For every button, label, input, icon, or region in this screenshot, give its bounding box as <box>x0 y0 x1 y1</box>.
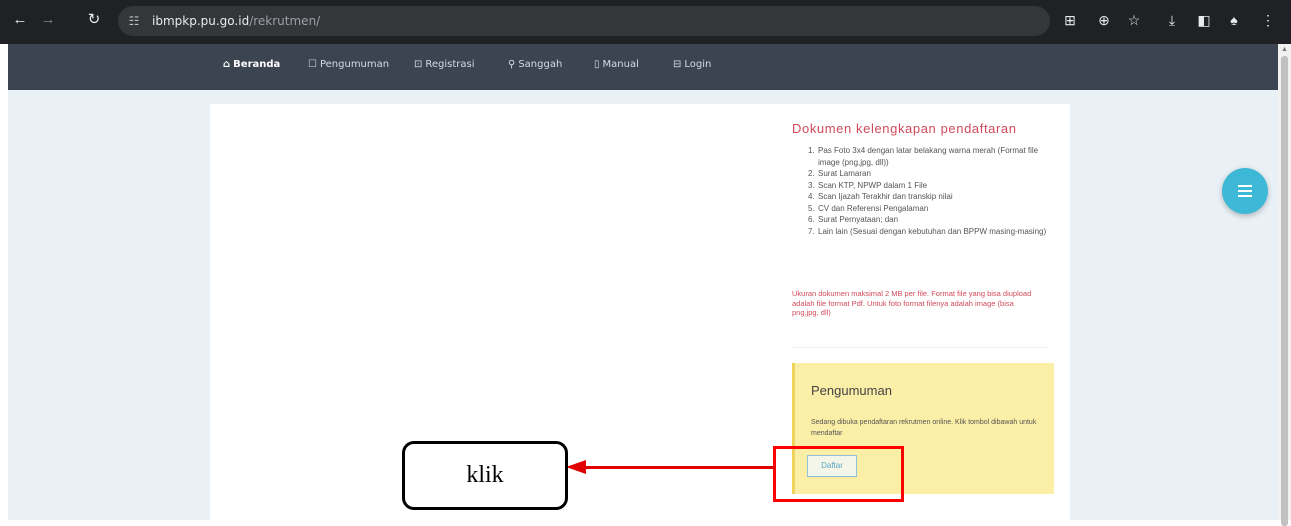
menu-icon <box>1238 185 1252 187</box>
callout-label: klik <box>402 441 568 510</box>
scrollbar-thumb[interactable] <box>1281 56 1288 526</box>
forward-icon[interactable]: → <box>38 10 58 30</box>
home-icon: ⌂ <box>223 59 231 70</box>
documents-title: Dokumen kelengkapan pendaftaran <box>792 121 1017 136</box>
documents-notes: Ukuran dokumen maksimal 2 MB per file. F… <box>792 289 1032 317</box>
nav-label: Beranda <box>233 59 281 70</box>
url-text[interactable]: ibmpkp.pu.go.id/rekrutmen/ <box>152 14 320 28</box>
nav-label: Manual <box>602 59 639 70</box>
list-item: 1. Pas Foto 3x4 dengan latar belakang war… <box>808 146 1039 167</box>
nav-label: Sanggah <box>518 59 563 70</box>
list-item: 6. Surat Pernyataan; dan <box>808 215 899 224</box>
login-icon: ⊟ <box>673 59 682 70</box>
reload-icon[interactable]: ↻ <box>84 10 104 30</box>
list-item: 5. CV dan Referensi Pengalaman <box>808 203 929 213</box>
announcement-title: Pengumuman <box>811 383 892 398</box>
nav-beranda[interactable]: ⌂ Beranda <box>223 59 280 70</box>
nav-label: Pengumuman <box>319 59 390 70</box>
profile-avatar-icon[interactable]: ♠ <box>1224 10 1244 30</box>
nav-registrasi[interactable]: ⊡ Registrasi <box>414 59 475 70</box>
document-icon: ▯ <box>594 59 600 70</box>
list-item: 4. Scan Ijazah Terakhir dan transkip nila… <box>808 192 953 201</box>
side-panel-icon[interactable]: ◧ <box>1194 10 1214 30</box>
announcement-icon: ☐ <box>308 59 317 70</box>
back-icon[interactable]: ← <box>10 10 30 30</box>
highlight-box <box>773 446 904 502</box>
scrollbar[interactable]: ▲ <box>1278 44 1291 526</box>
site-info-icon[interactable]: ☷ <box>126 13 142 29</box>
list-item: 3. Scan KTP, NPWP dalam 1 File <box>808 180 928 190</box>
address-bar[interactable]: ☷ ibmpkp.pu.go.id/rekrutmen/ <box>118 6 1050 36</box>
nav-label: Login <box>684 59 712 70</box>
nav-pengumuman[interactable]: ☐ Pengumuman <box>308 59 389 70</box>
annotation-arrow-shaft <box>585 466 775 469</box>
menu-kebab-icon[interactable]: ⋮ <box>1258 10 1278 30</box>
bookmark-star-icon[interactable]: ☆ <box>1124 10 1144 30</box>
announcement-text: Sedang dibuka pendaftaran rekrutmen onli… <box>811 419 1037 437</box>
documents-list: 1. Pas Foto 3x4 dengan latar belakang war… <box>808 145 1048 237</box>
browser-toolbar: ← → ↻ ☷ ibmpkp.pu.go.id/rekrutmen/ ⊞ ⊕ ☆… <box>0 0 1291 44</box>
zoom-icon[interactable]: ⊕ <box>1094 10 1114 30</box>
site-navbar: ⌂ Beranda ☐ Pengumuman ⊡ Registrasi ⚲ Sangga… <box>8 44 1282 90</box>
nav-login[interactable]: ⊟ Login <box>673 59 711 70</box>
list-item: 7. Lain lain (Sesuai dengan kebutuhan dan… <box>808 226 1047 236</box>
nav-manual[interactable]: ▯ Manual <box>594 59 639 70</box>
translate-icon[interactable]: ⊞ <box>1060 10 1080 30</box>
nav-sanggah[interactable]: ⚲ Sanggah <box>508 59 562 70</box>
list-item: 2. Surat Lamaran <box>808 169 871 178</box>
nav-label: Registrasi <box>425 59 475 70</box>
download-icon[interactable]: ⤓ <box>1162 10 1182 30</box>
floating-menu-button[interactable] <box>1222 168 1268 214</box>
scroll-up-icon[interactable]: ▲ <box>1281 46 1288 53</box>
divider <box>792 347 1048 348</box>
annotation-arrow-head <box>566 460 586 474</box>
registration-icon: ⊡ <box>414 59 423 70</box>
user-icon: ⚲ <box>508 59 516 70</box>
